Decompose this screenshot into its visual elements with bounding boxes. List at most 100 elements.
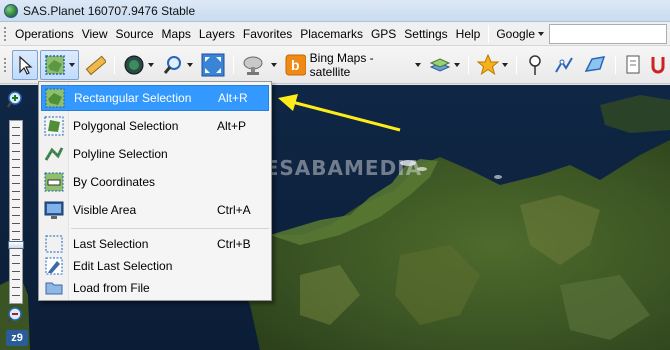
menu-item-by-coordinates[interactable]: By Coordinates <box>41 169 269 195</box>
menu-bar: Operations View Source Maps Layers Favor… <box>0 22 670 46</box>
gps-button[interactable] <box>120 50 157 80</box>
menu-layers[interactable]: Layers <box>195 22 239 46</box>
coordinates-icon <box>43 171 65 193</box>
menu-item-shortcut: Alt+R <box>218 91 248 105</box>
search-zoom-button[interactable] <box>159 50 196 80</box>
last-selection-icon <box>43 233 65 255</box>
add-path-button[interactable] <box>550 50 578 80</box>
toolbar-separator <box>615 55 616 74</box>
favorites-button[interactable] <box>474 50 511 80</box>
rectangle-selection-icon <box>44 87 66 109</box>
gps-globe-icon <box>124 55 144 74</box>
svg-text:b: b <box>291 57 300 73</box>
rectangle-selection-icon <box>45 54 65 75</box>
menu-source[interactable]: Source <box>112 22 158 46</box>
chevron-down-icon <box>538 31 545 36</box>
menu-item-label: By Coordinates <box>73 175 156 189</box>
magnet-icon <box>651 56 665 73</box>
chevron-down-icon[interactable] <box>186 62 193 67</box>
selection-dropdown-menu: Rectangular Selection Alt+R Polygonal Se… <box>38 81 272 301</box>
toolbar-separator <box>232 55 234 74</box>
zoom-out-icon[interactable] <box>6 306 26 326</box>
menu-item-label: Load from File <box>73 281 150 295</box>
zoom-slider-thumb[interactable] <box>8 241 24 250</box>
menu-item-label: Polyline Selection <box>73 147 168 161</box>
menu-item-polyline-selection[interactable]: Polyline Selection <box>41 141 269 167</box>
search-input[interactable] <box>549 23 668 44</box>
menu-item-rectangular-selection[interactable]: Rectangular Selection Alt+R <box>41 85 269 111</box>
edit-selection-icon <box>43 255 65 277</box>
menu-view[interactable]: View <box>78 22 112 46</box>
add-polygon-button[interactable] <box>580 50 610 80</box>
placemark-pin-icon <box>529 54 541 75</box>
toolbar-separator <box>516 55 517 74</box>
window-title: SAS.Planet 160707.9476 Stable <box>23 3 196 18</box>
magnifier-icon <box>163 55 181 74</box>
menu-operations[interactable]: Operations <box>11 22 78 46</box>
menubar-grip[interactable] <box>3 25 7 42</box>
menu-item-polygonal-selection[interactable]: Polygonal Selection Alt+P <box>41 113 269 139</box>
layers-icon <box>429 57 451 72</box>
toolbar-grip[interactable] <box>3 56 7 73</box>
ruler-tool-button[interactable] <box>81 50 109 80</box>
app-icon <box>4 3 18 18</box>
map-source-label: Bing Maps - satellite <box>309 50 374 79</box>
menu-item-shortcut: Ctrl+A <box>217 203 251 217</box>
zoom-slider[interactable] <box>8 120 24 304</box>
magnet-button[interactable] <box>647 50 669 80</box>
menu-item-load-from-file[interactable]: Load from File <box>41 277 269 299</box>
folder-icon <box>43 277 65 299</box>
polyline-selection-icon <box>43 143 65 165</box>
chevron-down-icon[interactable] <box>270 62 277 67</box>
menu-settings[interactable]: Settings <box>400 22 451 46</box>
menu-item-shortcut: Alt+P <box>217 119 247 133</box>
menu-item-label: Edit Last Selection <box>73 259 173 273</box>
menu-maps[interactable]: Maps <box>158 22 195 46</box>
pointer-tool-button[interactable] <box>11 49 38 80</box>
note-icon <box>626 55 640 73</box>
watermark-text: NESABAMEDIA <box>247 156 423 180</box>
map-source-dropdown[interactable]: b Bing Maps - satellite <box>282 50 424 80</box>
menu-item-shortcut: Ctrl+B <box>217 237 251 251</box>
menu-item-label: Polygonal Selection <box>73 119 179 133</box>
notes-button[interactable] <box>621 50 645 80</box>
cursor-icon <box>19 55 33 75</box>
chevron-down-icon[interactable] <box>147 62 154 67</box>
zoom-in-icon[interactable] <box>6 90 26 110</box>
toolbar-separator <box>468 55 469 74</box>
chevron-down-icon[interactable] <box>502 62 508 67</box>
ruler-icon <box>85 55 106 75</box>
zoom-panel: z9 <box>4 90 28 348</box>
menu-gps[interactable]: GPS <box>367 22 400 46</box>
menu-separator <box>71 228 269 229</box>
menu-item-label: Last Selection <box>73 237 149 251</box>
polygon-icon <box>584 55 606 72</box>
title-bar: SAS.Planet 160707.9476 Stable <box>0 0 670 22</box>
fullscreen-button[interactable] <box>198 50 228 80</box>
menu-placemarks[interactable]: Placemarks <box>296 22 367 46</box>
annotation-arrow-icon <box>278 94 401 132</box>
visible-area-icon <box>43 199 65 221</box>
chevron-down-icon[interactable] <box>454 62 460 67</box>
star-icon <box>477 53 499 75</box>
menu-help[interactable]: Help <box>452 22 485 46</box>
bing-icon: b <box>285 54 306 75</box>
search-provider-label: Google <box>496 26 536 41</box>
menubar-separator <box>488 24 490 43</box>
path-icon <box>555 56 573 73</box>
layers-button[interactable] <box>426 50 463 80</box>
satellite-dish-icon <box>243 56 263 75</box>
search-provider-dropdown[interactable]: Google <box>493 24 547 44</box>
menu-item-last-selection[interactable]: Last Selection Ctrl+B <box>41 232 269 256</box>
menu-favorites[interactable]: Favorites <box>239 22 296 46</box>
selection-tool-button[interactable] <box>39 49 79 80</box>
chevron-down-icon[interactable] <box>68 62 75 67</box>
zoom-level-label: z9 <box>6 330 28 346</box>
toolbar-separator <box>113 55 115 74</box>
polygon-selection-icon <box>43 115 65 137</box>
menu-item-label: Rectangular Selection <box>74 91 192 105</box>
satellite-source-button[interactable] <box>239 50 280 80</box>
add-placemark-button[interactable] <box>522 50 548 80</box>
menu-item-visible-area[interactable]: Visible Area Ctrl+A <box>41 197 269 223</box>
menu-item-edit-last-selection[interactable]: Edit Last Selection <box>41 255 269 277</box>
